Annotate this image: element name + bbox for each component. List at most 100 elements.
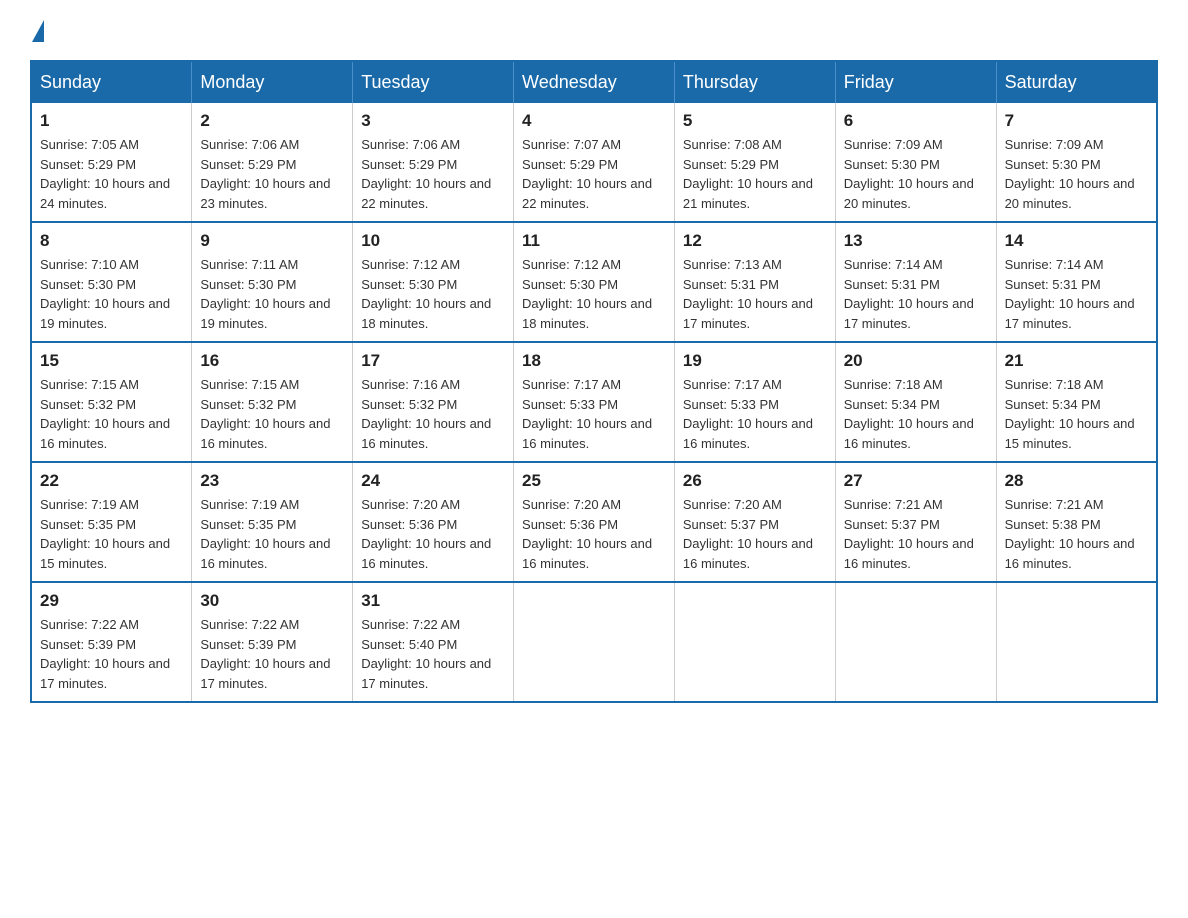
day-number: 9 — [200, 231, 344, 251]
day-number: 3 — [361, 111, 505, 131]
day-number: 31 — [361, 591, 505, 611]
calendar-cell — [835, 582, 996, 702]
calendar-week-row: 22 Sunrise: 7:19 AMSunset: 5:35 PMDaylig… — [31, 462, 1157, 582]
day-info: Sunrise: 7:10 AMSunset: 5:30 PMDaylight:… — [40, 255, 183, 333]
page-header — [30, 20, 1158, 40]
calendar-cell: 22 Sunrise: 7:19 AMSunset: 5:35 PMDaylig… — [31, 462, 192, 582]
calendar-cell: 9 Sunrise: 7:11 AMSunset: 5:30 PMDayligh… — [192, 222, 353, 342]
calendar-cell: 14 Sunrise: 7:14 AMSunset: 5:31 PMDaylig… — [996, 222, 1157, 342]
day-info: Sunrise: 7:20 AMSunset: 5:36 PMDaylight:… — [361, 495, 505, 573]
calendar-cell — [674, 582, 835, 702]
calendar-cell — [514, 582, 675, 702]
calendar-cell: 27 Sunrise: 7:21 AMSunset: 5:37 PMDaylig… — [835, 462, 996, 582]
day-number: 25 — [522, 471, 666, 491]
day-info: Sunrise: 7:06 AMSunset: 5:29 PMDaylight:… — [200, 135, 344, 213]
day-info: Sunrise: 7:15 AMSunset: 5:32 PMDaylight:… — [200, 375, 344, 453]
day-number: 26 — [683, 471, 827, 491]
calendar-cell: 20 Sunrise: 7:18 AMSunset: 5:34 PMDaylig… — [835, 342, 996, 462]
day-info: Sunrise: 7:17 AMSunset: 5:33 PMDaylight:… — [522, 375, 666, 453]
day-info: Sunrise: 7:20 AMSunset: 5:36 PMDaylight:… — [522, 495, 666, 573]
header-thursday: Thursday — [674, 61, 835, 103]
day-number: 16 — [200, 351, 344, 371]
day-number: 28 — [1005, 471, 1148, 491]
day-number: 22 — [40, 471, 183, 491]
day-number: 13 — [844, 231, 988, 251]
calendar-cell: 1 Sunrise: 7:05 AMSunset: 5:29 PMDayligh… — [31, 103, 192, 222]
day-info: Sunrise: 7:15 AMSunset: 5:32 PMDaylight:… — [40, 375, 183, 453]
day-number: 20 — [844, 351, 988, 371]
day-info: Sunrise: 7:14 AMSunset: 5:31 PMDaylight:… — [844, 255, 988, 333]
calendar-cell: 18 Sunrise: 7:17 AMSunset: 5:33 PMDaylig… — [514, 342, 675, 462]
day-info: Sunrise: 7:22 AMSunset: 5:39 PMDaylight:… — [40, 615, 183, 693]
calendar-cell: 8 Sunrise: 7:10 AMSunset: 5:30 PMDayligh… — [31, 222, 192, 342]
day-number: 27 — [844, 471, 988, 491]
calendar-week-row: 8 Sunrise: 7:10 AMSunset: 5:30 PMDayligh… — [31, 222, 1157, 342]
day-info: Sunrise: 7:08 AMSunset: 5:29 PMDaylight:… — [683, 135, 827, 213]
day-info: Sunrise: 7:14 AMSunset: 5:31 PMDaylight:… — [1005, 255, 1148, 333]
day-info: Sunrise: 7:22 AMSunset: 5:40 PMDaylight:… — [361, 615, 505, 693]
calendar-cell: 12 Sunrise: 7:13 AMSunset: 5:31 PMDaylig… — [674, 222, 835, 342]
day-number: 23 — [200, 471, 344, 491]
header-sunday: Sunday — [31, 61, 192, 103]
day-info: Sunrise: 7:19 AMSunset: 5:35 PMDaylight:… — [40, 495, 183, 573]
day-info: Sunrise: 7:17 AMSunset: 5:33 PMDaylight:… — [683, 375, 827, 453]
day-number: 4 — [522, 111, 666, 131]
day-number: 21 — [1005, 351, 1148, 371]
calendar-cell: 5 Sunrise: 7:08 AMSunset: 5:29 PMDayligh… — [674, 103, 835, 222]
day-number: 15 — [40, 351, 183, 371]
day-number: 19 — [683, 351, 827, 371]
calendar-cell: 31 Sunrise: 7:22 AMSunset: 5:40 PMDaylig… — [353, 582, 514, 702]
day-info: Sunrise: 7:21 AMSunset: 5:38 PMDaylight:… — [1005, 495, 1148, 573]
calendar-cell: 11 Sunrise: 7:12 AMSunset: 5:30 PMDaylig… — [514, 222, 675, 342]
day-number: 30 — [200, 591, 344, 611]
day-number: 18 — [522, 351, 666, 371]
day-info: Sunrise: 7:18 AMSunset: 5:34 PMDaylight:… — [1005, 375, 1148, 453]
day-number: 11 — [522, 231, 666, 251]
header-saturday: Saturday — [996, 61, 1157, 103]
calendar-cell: 17 Sunrise: 7:16 AMSunset: 5:32 PMDaylig… — [353, 342, 514, 462]
calendar-cell: 15 Sunrise: 7:15 AMSunset: 5:32 PMDaylig… — [31, 342, 192, 462]
day-info: Sunrise: 7:07 AMSunset: 5:29 PMDaylight:… — [522, 135, 666, 213]
day-info: Sunrise: 7:21 AMSunset: 5:37 PMDaylight:… — [844, 495, 988, 573]
calendar-cell: 29 Sunrise: 7:22 AMSunset: 5:39 PMDaylig… — [31, 582, 192, 702]
logo-triangle-icon — [32, 20, 44, 42]
day-info: Sunrise: 7:11 AMSunset: 5:30 PMDaylight:… — [200, 255, 344, 333]
day-number: 2 — [200, 111, 344, 131]
calendar-cell: 13 Sunrise: 7:14 AMSunset: 5:31 PMDaylig… — [835, 222, 996, 342]
header-friday: Friday — [835, 61, 996, 103]
day-info: Sunrise: 7:12 AMSunset: 5:30 PMDaylight:… — [522, 255, 666, 333]
calendar-cell: 2 Sunrise: 7:06 AMSunset: 5:29 PMDayligh… — [192, 103, 353, 222]
day-info: Sunrise: 7:12 AMSunset: 5:30 PMDaylight:… — [361, 255, 505, 333]
day-info: Sunrise: 7:16 AMSunset: 5:32 PMDaylight:… — [361, 375, 505, 453]
day-number: 14 — [1005, 231, 1148, 251]
calendar-cell: 30 Sunrise: 7:22 AMSunset: 5:39 PMDaylig… — [192, 582, 353, 702]
calendar-week-row: 1 Sunrise: 7:05 AMSunset: 5:29 PMDayligh… — [31, 103, 1157, 222]
calendar-cell: 25 Sunrise: 7:20 AMSunset: 5:36 PMDaylig… — [514, 462, 675, 582]
day-number: 1 — [40, 111, 183, 131]
day-number: 10 — [361, 231, 505, 251]
calendar-cell: 24 Sunrise: 7:20 AMSunset: 5:36 PMDaylig… — [353, 462, 514, 582]
day-info: Sunrise: 7:06 AMSunset: 5:29 PMDaylight:… — [361, 135, 505, 213]
calendar-cell: 21 Sunrise: 7:18 AMSunset: 5:34 PMDaylig… — [996, 342, 1157, 462]
day-number: 17 — [361, 351, 505, 371]
calendar-cell: 3 Sunrise: 7:06 AMSunset: 5:29 PMDayligh… — [353, 103, 514, 222]
day-info: Sunrise: 7:09 AMSunset: 5:30 PMDaylight:… — [1005, 135, 1148, 213]
calendar-cell: 23 Sunrise: 7:19 AMSunset: 5:35 PMDaylig… — [192, 462, 353, 582]
calendar-cell: 26 Sunrise: 7:20 AMSunset: 5:37 PMDaylig… — [674, 462, 835, 582]
calendar-cell: 4 Sunrise: 7:07 AMSunset: 5:29 PMDayligh… — [514, 103, 675, 222]
day-info: Sunrise: 7:22 AMSunset: 5:39 PMDaylight:… — [200, 615, 344, 693]
calendar-week-row: 29 Sunrise: 7:22 AMSunset: 5:39 PMDaylig… — [31, 582, 1157, 702]
day-info: Sunrise: 7:19 AMSunset: 5:35 PMDaylight:… — [200, 495, 344, 573]
day-number: 7 — [1005, 111, 1148, 131]
day-info: Sunrise: 7:13 AMSunset: 5:31 PMDaylight:… — [683, 255, 827, 333]
calendar-cell: 16 Sunrise: 7:15 AMSunset: 5:32 PMDaylig… — [192, 342, 353, 462]
day-number: 5 — [683, 111, 827, 131]
day-number: 29 — [40, 591, 183, 611]
day-number: 12 — [683, 231, 827, 251]
header-monday: Monday — [192, 61, 353, 103]
header-tuesday: Tuesday — [353, 61, 514, 103]
logo — [30, 20, 44, 40]
day-info: Sunrise: 7:09 AMSunset: 5:30 PMDaylight:… — [844, 135, 988, 213]
day-number: 6 — [844, 111, 988, 131]
header-wednesday: Wednesday — [514, 61, 675, 103]
